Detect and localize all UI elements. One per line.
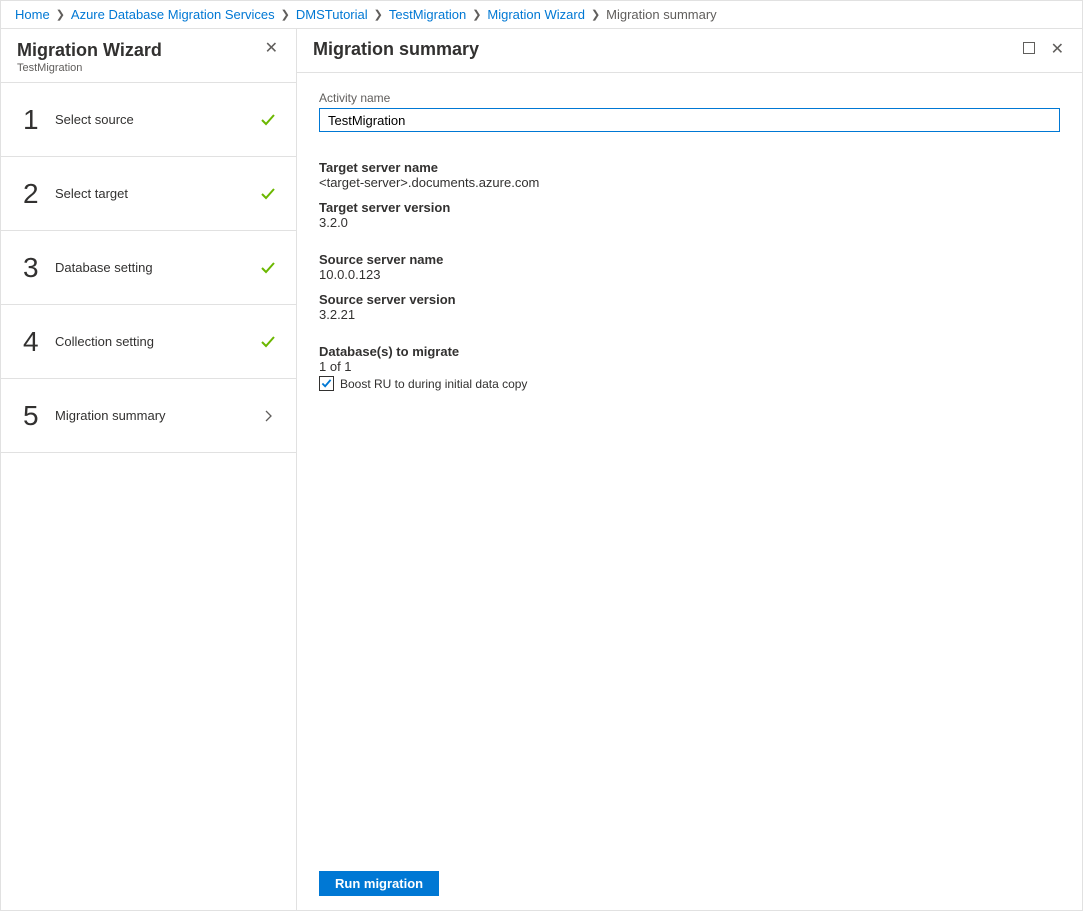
step-label: Collection setting: [51, 334, 258, 349]
source-server-version-label: Source server version: [319, 292, 1060, 307]
step-label: Select source: [51, 112, 258, 127]
wizard-sidebar: Migration Wizard TestMigration ✕ 1 Selec…: [1, 29, 297, 910]
step-label: Migration summary: [51, 408, 258, 423]
chevron-right-icon: ❯: [591, 8, 600, 21]
chevron-right-icon: ❯: [472, 8, 481, 21]
chevron-right-icon: ❯: [374, 8, 383, 21]
target-server-name-value: <target-server>.documents.azure.com: [319, 175, 1060, 190]
wizard-steps: 1 Select source 2 Select target 3 Databa…: [1, 82, 296, 453]
breadcrumb-adms[interactable]: Azure Database Migration Services: [71, 7, 275, 22]
step-number: 4: [23, 326, 51, 358]
run-migration-button[interactable]: Run migration: [319, 871, 439, 896]
checkmark-icon: [258, 334, 278, 350]
breadcrumb-migration-wizard[interactable]: Migration Wizard: [487, 7, 585, 22]
boost-ru-label: Boost RU to during initial data copy: [340, 377, 527, 391]
restore-window-icon[interactable]: [1023, 42, 1035, 57]
close-icon[interactable]: ✕: [263, 39, 280, 59]
step-label: Select target: [51, 186, 258, 201]
activity-name-input[interactable]: [319, 108, 1060, 132]
chevron-right-icon: ❯: [281, 8, 290, 21]
step-number: 1: [23, 104, 51, 136]
source-server-version-value: 3.2.21: [319, 307, 1060, 322]
breadcrumb-testmigration[interactable]: TestMigration: [389, 7, 466, 22]
close-icon[interactable]: ✕: [1049, 40, 1066, 60]
boost-ru-checkbox[interactable]: [319, 376, 334, 391]
checkmark-icon: [258, 260, 278, 276]
databases-label: Database(s) to migrate: [319, 344, 1060, 359]
step-number: 5: [23, 400, 51, 432]
content-panel: Migration summary ✕ Activity name Target…: [297, 29, 1082, 910]
source-server-name-label: Source server name: [319, 252, 1060, 267]
step-number: 3: [23, 252, 51, 284]
chevron-right-icon: ❯: [56, 8, 65, 21]
checkmark-icon: [258, 112, 278, 128]
page-title: Migration summary: [313, 39, 479, 60]
breadcrumb-dmstutorial[interactable]: DMSTutorial: [296, 7, 368, 22]
breadcrumb-current: Migration summary: [606, 7, 717, 22]
wizard-step-select-target[interactable]: 2 Select target: [1, 157, 296, 231]
breadcrumb: Home ❯ Azure Database Migration Services…: [1, 1, 1082, 29]
target-server-version-value: 3.2.0: [319, 215, 1060, 230]
target-server-name-label: Target server name: [319, 160, 1060, 175]
databases-value: 1 of 1: [319, 359, 1060, 374]
source-server-name-value: 10.0.0.123: [319, 267, 1060, 282]
breadcrumb-home[interactable]: Home: [15, 7, 50, 22]
step-number: 2: [23, 178, 51, 210]
chevron-right-icon: [258, 410, 278, 422]
wizard-subtitle: TestMigration: [17, 62, 162, 74]
step-label: Database setting: [51, 260, 258, 275]
checkmark-icon: [258, 186, 278, 202]
target-server-version-label: Target server version: [319, 200, 1060, 215]
wizard-title: Migration Wizard: [17, 39, 162, 61]
activity-name-label: Activity name: [319, 91, 1060, 105]
wizard-step-select-source[interactable]: 1 Select source: [1, 83, 296, 157]
wizard-step-collection-setting[interactable]: 4 Collection setting: [1, 305, 296, 379]
wizard-step-database-setting[interactable]: 3 Database setting: [1, 231, 296, 305]
wizard-step-migration-summary[interactable]: 5 Migration summary: [1, 379, 296, 453]
